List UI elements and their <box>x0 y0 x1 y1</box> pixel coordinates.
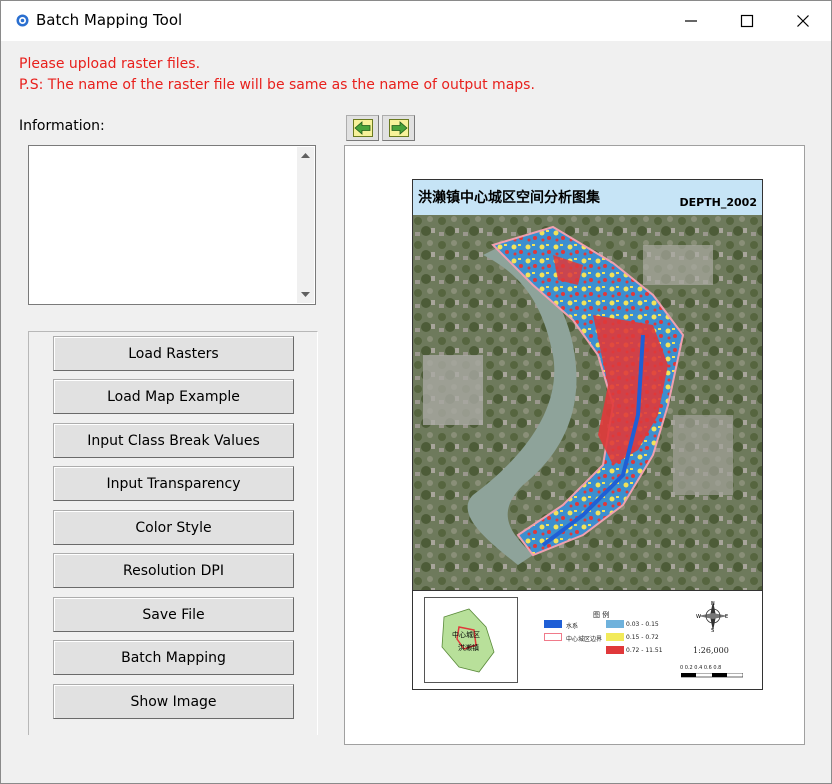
inset-label-center: 中心城区 <box>452 630 480 639</box>
save-file-button[interactable]: Save File <box>53 597 294 632</box>
scroll-down-button[interactable] <box>297 286 314 303</box>
scroll-up-button[interactable] <box>297 147 314 164</box>
app-window: Batch Mapping Tool Please upload raster … <box>0 0 832 784</box>
scroll-down-icon <box>301 292 310 297</box>
information-label: Information: <box>19 118 105 134</box>
map-preview-panel: 洪濑镇中心城区空间分析图集 DEPTH_2002 中心城区 洪濑镇 图 例 水系… <box>344 145 805 745</box>
load-map-example-button[interactable]: Load Map Example <box>53 379 294 414</box>
minimize-icon <box>685 20 697 22</box>
arrow-left-icon <box>353 119 373 137</box>
inset-label-town: 洪濑镇 <box>458 643 479 652</box>
title-bar[interactable]: Batch Mapping Tool <box>1 1 831 41</box>
compass-label-n: N <box>711 601 715 607</box>
satellite-depth-map <box>413 215 762 591</box>
legend-title: 图 例 <box>593 611 610 619</box>
legend-label-class3: 0.72 - 11.51 <box>626 647 663 654</box>
note-message: P.S: The name of the raster file will be… <box>19 77 535 93</box>
map-subtitle: DEPTH_2002 <box>679 196 757 209</box>
compass-icon: N S W E <box>696 601 728 633</box>
map-image: 洪濑镇中心城区空间分析图集 DEPTH_2002 中心城区 洪濑镇 图 例 水系… <box>412 179 763 690</box>
legend-label-boundary: 中心城区边界 <box>566 636 603 643</box>
legend-swatch-class2 <box>606 633 624 641</box>
close-button[interactable] <box>775 1 831 41</box>
legend-swatch-boundary <box>544 633 562 641</box>
arrow-right-icon <box>389 119 409 137</box>
compass-label-e: E <box>725 614 728 620</box>
maximize-button[interactable] <box>719 1 775 41</box>
scale-bar <box>681 673 743 678</box>
window-title: Batch Mapping Tool <box>36 11 183 29</box>
information-textbox[interactable] <box>28 145 316 305</box>
next-image-button[interactable] <box>382 115 415 141</box>
legend-label-water: 水系 <box>566 623 579 630</box>
legend-swatch-water <box>544 620 562 628</box>
input-class-break-values-button[interactable]: Input Class Break Values <box>53 423 294 458</box>
show-image-button[interactable]: Show Image <box>53 684 294 719</box>
scalebar-ticks: 0 0.2 0.4 0.6 0.8 <box>680 665 722 671</box>
map-title: 洪濑镇中心城区空间分析图集 <box>418 190 600 206</box>
previous-image-button[interactable] <box>346 115 379 141</box>
load-rasters-button[interactable]: Load Rasters <box>53 336 294 371</box>
resolution-dpi-button[interactable]: Resolution DPI <box>53 553 294 588</box>
legend-label-class1: 0.03 - 0.15 <box>626 621 659 628</box>
minimize-button[interactable] <box>663 1 719 41</box>
information-scrollbar[interactable] <box>297 147 314 303</box>
legend-label-class2: 0.15 - 0.72 <box>626 634 659 641</box>
inset-map: 中心城区 洪濑镇 <box>424 597 518 683</box>
scroll-up-icon <box>301 153 310 158</box>
input-transparency-button[interactable]: Input Transparency <box>53 466 294 501</box>
legend-swatch-class1 <box>606 620 624 628</box>
batch-mapping-button[interactable]: Batch Mapping <box>53 640 294 675</box>
maximize-icon <box>740 14 754 28</box>
compass-label-s: S <box>711 628 714 633</box>
map-legend: 中心城区 洪濑镇 图 例 水系 中心城区边界 0.03 - 0.15 0.15 … <box>413 591 762 689</box>
upload-message: Please upload raster files. <box>19 56 201 72</box>
map-header: 洪濑镇中心城区空间分析图集 DEPTH_2002 <box>413 180 762 216</box>
compass-label-w: W <box>696 614 701 620</box>
legend-swatch-class3 <box>606 646 624 654</box>
close-icon <box>797 15 809 27</box>
app-icon <box>16 14 29 27</box>
map-scale: 1:26,000 <box>693 646 729 655</box>
color-style-button[interactable]: Color Style <box>53 510 294 545</box>
